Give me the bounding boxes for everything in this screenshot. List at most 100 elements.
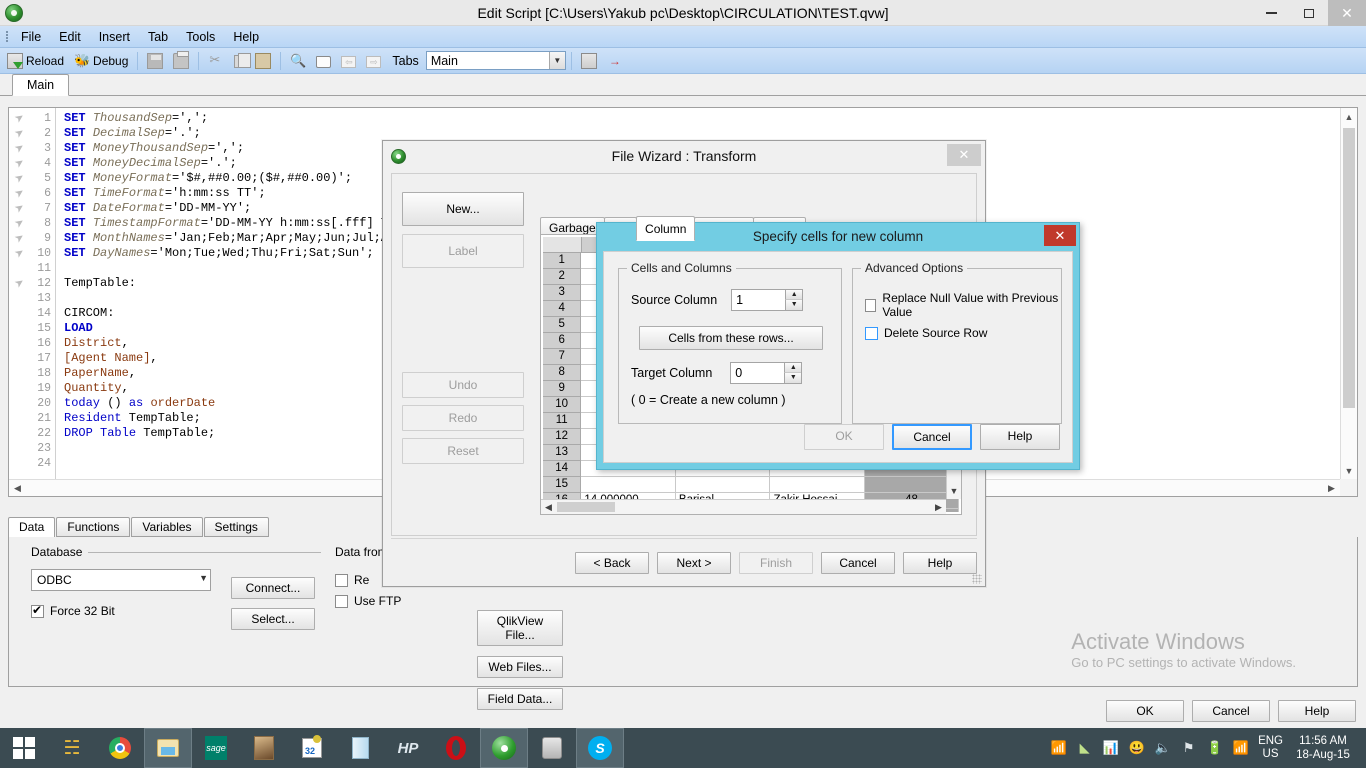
file-wizard-close-button[interactable]: ✕ [947,144,981,166]
scroll-left-icon[interactable]: ◀ [9,483,26,494]
grid-row-number[interactable]: 14 [543,461,582,477]
source-column-input[interactable]: 1 ▲ ▼ [731,289,804,311]
chart-icon[interactable]: 📊 [1102,740,1119,757]
grid-hscroll-thumb[interactable] [557,502,615,512]
next-tab-button[interactable]: ⇨ [362,52,385,70]
grid-row-number[interactable]: 10 [543,397,582,413]
database-type-combo[interactable]: ODBC ▼ [31,569,211,591]
close-button[interactable]: ✕ [1328,0,1366,26]
menu-edit[interactable]: Edit [50,28,90,46]
menu-file[interactable]: File [12,28,50,46]
specify-dialog-close-button[interactable]: ✕ [1044,225,1076,246]
reload-button[interactable]: Reload [3,51,68,71]
select-button[interactable]: Select... [231,608,315,630]
specify-ok-button[interactable]: OK [804,424,884,450]
force-32bit-checkbox[interactable] [31,603,44,618]
chevron-down-icon[interactable]: ▼ [548,52,565,69]
debug-button[interactable]: 🐝 Debug [70,51,132,71]
grid-row-number[interactable]: 1 [543,253,582,269]
taskbar-item-sage[interactable]: sage [192,728,240,768]
menu-help[interactable]: Help [224,28,268,46]
restore-button[interactable] [1290,0,1328,26]
taskbar-item-notepad[interactable] [336,728,384,768]
grid-scroll-right-icon[interactable]: ▶ [931,500,946,514]
tab-layout-button[interactable] [577,51,601,71]
menu-tools[interactable]: Tools [177,28,224,46]
connect-button[interactable]: Connect... [231,577,315,599]
taskbar-item-network-map[interactable]: ☵ [48,728,96,768]
print-button[interactable] [169,50,193,71]
syntax-check-button[interactable]: → [603,51,627,71]
grid-row-number[interactable]: 4 [543,301,582,317]
scroll-down-icon[interactable]: ▼ [1341,462,1357,479]
replace-null-checkbox[interactable] [865,298,877,312]
grid-row-number[interactable]: 6 [543,333,582,349]
taskbar-item-skype[interactable]: S [576,728,624,768]
stepper-up-icon[interactable]: ▲ [785,290,803,300]
use-ftp-row[interactable]: Use FTP [335,594,655,608]
flag-icon[interactable]: ⚑ [1180,740,1197,757]
script-tab-main[interactable]: Main [12,74,70,96]
grid-row-number[interactable]: 15 [543,477,582,493]
stepper-down-icon[interactable]: ▼ [784,373,802,383]
target-column-stepper[interactable]: ▲ ▼ [784,363,802,383]
help-button[interactable]: Help [1278,700,1356,722]
grid-row-number[interactable]: 13 [543,445,582,461]
taskbar-item-opera[interactable] [432,728,480,768]
volume-icon[interactable]: 🔈 [1154,740,1171,757]
search-button[interactable]: 🔍 [286,51,310,71]
scroll-right-icon[interactable]: ▶ [1323,483,1340,494]
menu-tab[interactable]: Tab [139,28,177,46]
minimize-button[interactable] [1252,0,1290,26]
paste-button[interactable] [251,51,275,71]
menu-insert[interactable]: Insert [90,28,139,46]
start-button[interactable] [0,728,48,768]
grid-horizontal-scrollbar[interactable]: ◀ ▶ [541,499,946,514]
grid-cell[interactable] [675,477,771,493]
tab-settings[interactable]: Settings [203,517,269,537]
stepper-down-icon[interactable]: ▼ [785,300,803,310]
scroll-up-icon[interactable]: ▲ [1341,108,1357,125]
clock[interactable]: 11:56 AM 18-Aug-15 [1292,734,1354,762]
signal-icon[interactable]: 📶 [1232,740,1249,757]
web-files-button[interactable]: Web Files... [477,656,563,678]
prev-tab-button[interactable]: ⇦ [337,52,360,70]
grid-cell[interactable] [865,477,959,493]
tab-functions[interactable]: Functions [56,517,131,537]
label-button[interactable]: Label [402,234,524,268]
save-button[interactable] [143,51,167,71]
breakpoint-gutter[interactable]: ➤ ➤ ➤ ➤ ➤ ➤ ➤ ➤ ➤ ➤ ➤ [9,108,31,479]
grid-row-number[interactable]: 3 [543,285,582,301]
grid-row-number[interactable]: 8 [543,365,582,381]
smiley-icon[interactable]: 😃 [1128,740,1145,757]
relative-paths-checkbox[interactable] [335,573,348,587]
specify-cancel-button[interactable]: Cancel [892,424,972,450]
taskbar-item-file-explorer[interactable] [144,728,192,768]
replace-null-row[interactable]: Replace Null Value with Previous Value [865,291,1061,319]
copy-button[interactable] [230,51,252,70]
redo-button[interactable]: Redo [402,405,524,431]
target-column-input[interactable]: 0 ▲ ▼ [730,362,803,384]
stepper-up-icon[interactable]: ▲ [784,363,802,373]
grid-row-number[interactable]: 5 [543,317,582,333]
grid-scroll-left-icon[interactable]: ◀ [541,500,556,514]
reset-button[interactable]: Reset [402,438,524,464]
qlikview-file-button[interactable]: QlikView File... [477,610,563,646]
taskbar-item-qlikview[interactable] [480,728,528,768]
battery-icon[interactable]: 🔋 [1206,740,1223,757]
tabs-combo[interactable]: Main ▼ [425,51,566,70]
grid-row-number[interactable]: 11 [543,413,582,429]
grid-row-number[interactable]: 9 [543,381,582,397]
next-button[interactable]: Next > [657,551,731,574]
undo-button[interactable]: Undo [402,372,524,398]
open-folder-button[interactable] [312,52,335,70]
vertical-scroll-thumb[interactable] [1343,128,1355,408]
finish-button[interactable]: Finish [739,551,813,574]
tab-data[interactable]: Data [8,517,56,538]
taskbar-item-calendar[interactable]: 32 [288,728,336,768]
source-column-stepper[interactable]: ▲ ▼ [785,290,803,310]
resize-grip-icon[interactable] [972,574,982,584]
taskbar-item-picture[interactable] [240,728,288,768]
grid-scroll-down-icon[interactable]: ▼ [947,484,961,499]
tab-column[interactable]: Column [636,216,696,241]
